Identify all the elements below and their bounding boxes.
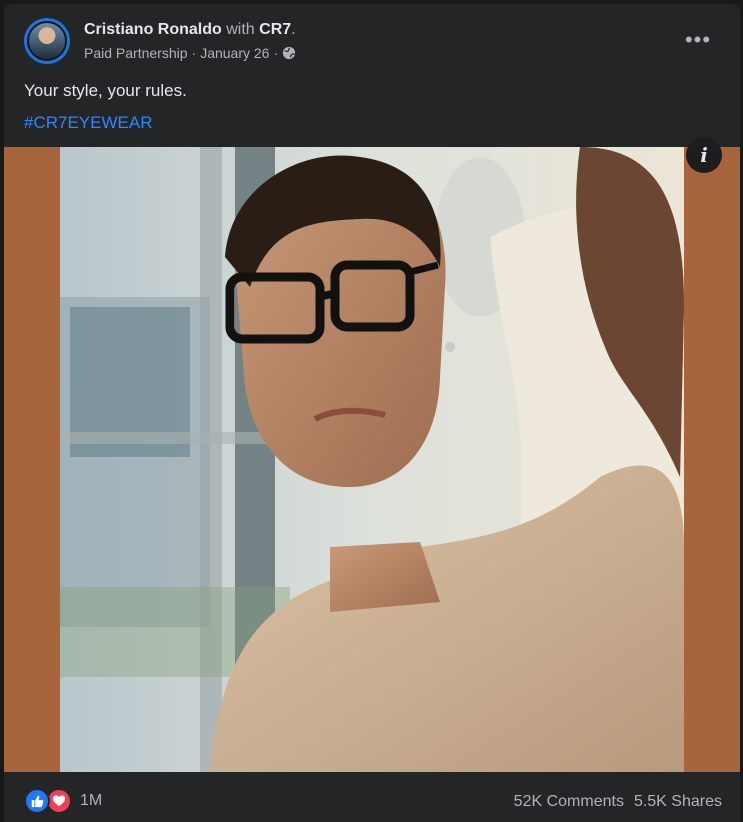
more-horizontal-icon: ••• bbox=[684, 27, 712, 52]
more-options-button[interactable]: ••• bbox=[680, 26, 716, 54]
engagement-stats: 52K Comments 5.5K Shares bbox=[514, 793, 722, 811]
avatar-image bbox=[27, 21, 67, 61]
meta-separator: · bbox=[191, 45, 197, 61]
comments-count-link[interactable]: 52K Comments bbox=[514, 793, 624, 811]
post-footer: 1M 52K Comments 5.5K Shares bbox=[4, 772, 740, 822]
author-line: Cristiano Ronaldo with CR7. bbox=[84, 21, 296, 39]
info-icon: i bbox=[700, 143, 708, 167]
post-meta: Paid Partnership · January 26 · bbox=[84, 45, 296, 61]
post-photo[interactable] bbox=[60, 147, 684, 772]
globe-icon[interactable] bbox=[282, 46, 296, 60]
meta-separator-2: · bbox=[273, 45, 279, 61]
partner-name-link[interactable]: CR7 bbox=[259, 21, 291, 38]
post-media[interactable] bbox=[4, 147, 740, 772]
post-date-link[interactable]: January 26 bbox=[200, 45, 269, 61]
like-reaction-icon bbox=[24, 788, 50, 814]
partner-suffix: . bbox=[291, 21, 296, 38]
reaction-count: 1M bbox=[80, 792, 103, 809]
photo-illustration bbox=[60, 147, 684, 772]
hashtag-link[interactable]: #CR7EYEWEAR bbox=[24, 113, 152, 133]
post-caption: Your style, your rules. bbox=[24, 81, 187, 100]
post-card: Cristiano Ronaldo with CR7. Paid Partner… bbox=[4, 4, 740, 822]
post-header: Cristiano Ronaldo with CR7. Paid Partner… bbox=[4, 4, 740, 74]
paid-partnership-label[interactable]: Paid Partnership bbox=[84, 45, 188, 61]
shares-count-link[interactable]: 5.5K Shares bbox=[634, 793, 722, 811]
with-text: with bbox=[226, 21, 255, 38]
info-button[interactable]: i bbox=[686, 137, 722, 173]
reactions-summary[interactable]: 1M bbox=[24, 788, 102, 814]
author-name-link[interactable]: Cristiano Ronaldo bbox=[84, 21, 222, 38]
author-avatar[interactable] bbox=[24, 18, 70, 64]
